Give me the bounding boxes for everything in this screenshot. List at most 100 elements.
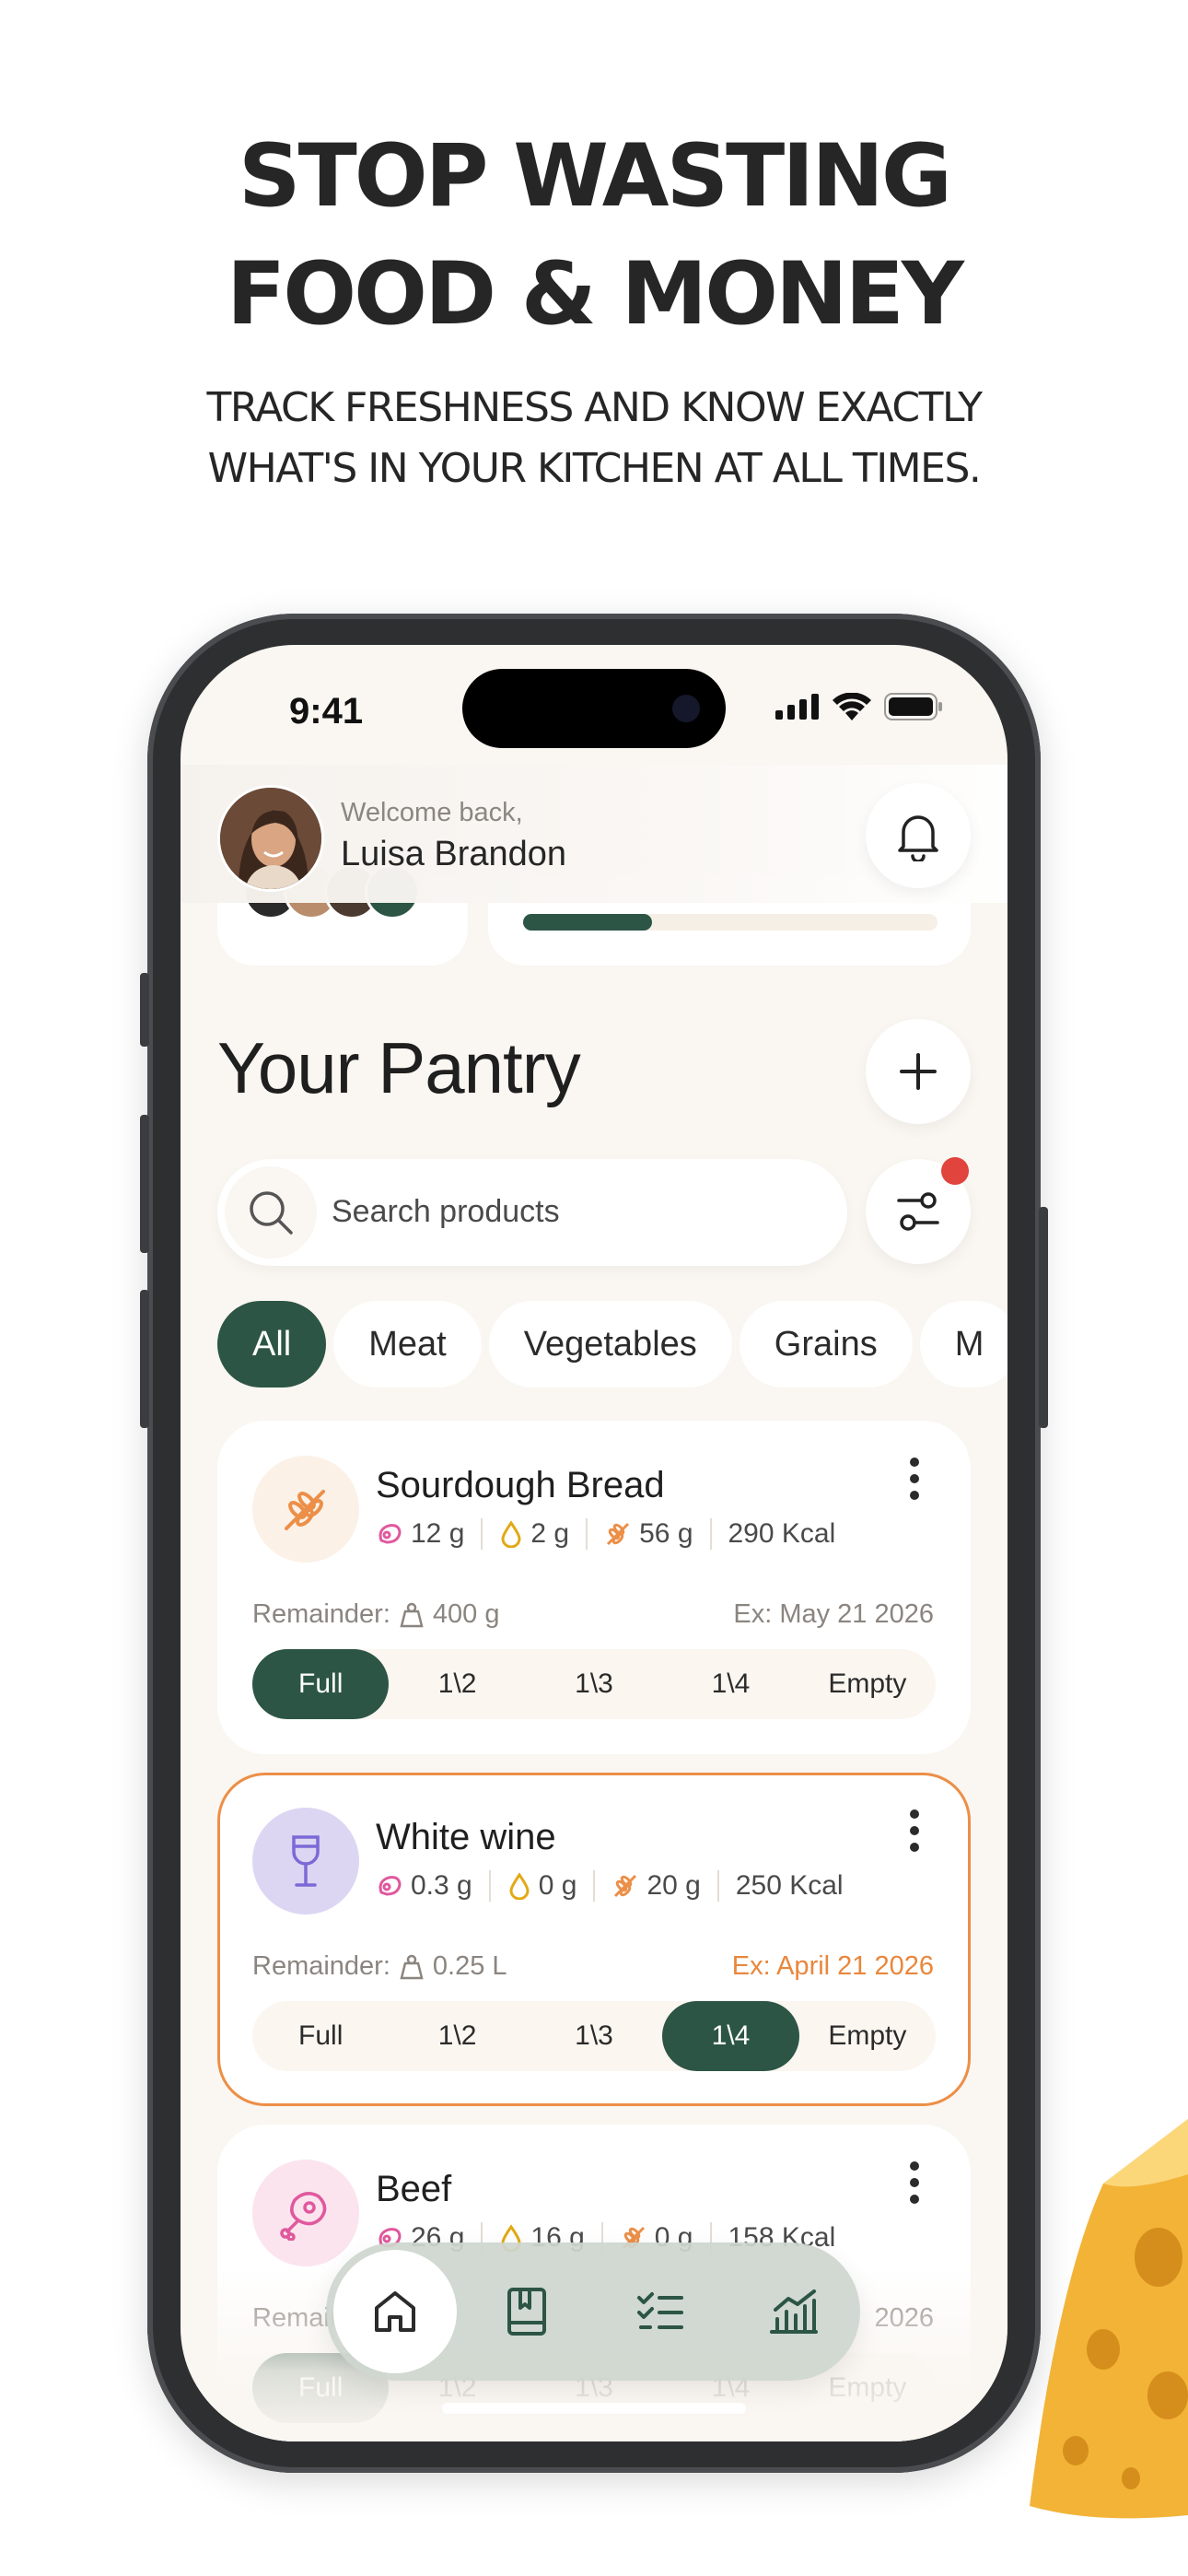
silent-switch: [140, 973, 149, 1047]
plus-icon: [900, 1053, 937, 1090]
tab-home[interactable]: [333, 2250, 457, 2373]
bell-icon: [898, 815, 938, 861]
chip-more[interactable]: M: [919, 1301, 1007, 1388]
level-empty[interactable]: Empty: [799, 2001, 936, 2071]
filter-icon: [897, 1192, 939, 1231]
home-icon: [375, 2291, 415, 2332]
chip-all[interactable]: All: [217, 1301, 327, 1388]
carbs-value: 20 g: [646, 1870, 701, 1901]
summary-progress-fill: [523, 914, 652, 931]
fat-icon: [501, 1520, 521, 1548]
tab-shopping-list[interactable]: [593, 2242, 727, 2381]
user-name: Luisa Brandon: [341, 835, 567, 873]
add-product-button[interactable]: [866, 1019, 971, 1124]
headline-line-1: STOP WASTING: [238, 126, 952, 227]
welcome-text: Welcome back,: [341, 798, 523, 827]
status-time: 9:41: [289, 691, 364, 732]
home-indicator: [442, 2403, 746, 2414]
tab-recipes[interactable]: [460, 2242, 593, 2381]
fat-value: 2 g: [530, 1518, 570, 1549]
remainder-row: Remainder: 0.25 L: [252, 1951, 507, 1982]
kcal-value: 290 Kcal: [728, 1518, 836, 1549]
recipe-book-icon: [507, 2288, 546, 2336]
search-input[interactable]: Search products: [217, 1159, 847, 1266]
chip-grains[interactable]: Grains: [739, 1301, 913, 1388]
battery-icon: [884, 693, 942, 720]
notifications-button[interactable]: [866, 783, 971, 888]
search-icon-wrap: [225, 1166, 317, 1259]
chip-meat[interactable]: Meat: [333, 1301, 482, 1388]
quantity-selector: Full 1\2 1\3 1\4 Empty: [252, 2001, 936, 2071]
level-empty[interactable]: Empty: [799, 1649, 936, 1719]
more-options-button[interactable]: [910, 2161, 921, 2204]
carbs-icon: [614, 1874, 637, 1898]
checklist-icon: [636, 2292, 683, 2329]
remainder-row: Remainder: 400 g: [252, 1599, 499, 1630]
more-options-button[interactable]: [910, 1458, 921, 1500]
product-icon-wrap: [252, 2160, 359, 2266]
product-card-white-wine[interactable]: White wine 0.3 g 0 g 20 g 250 Kcal Remai…: [217, 1773, 971, 2106]
search-icon: [250, 1191, 293, 1235]
tab-bar: [326, 2242, 860, 2381]
expiry-date: Ex: April 21 2026: [731, 1951, 934, 1981]
product-icon-wrap: [252, 1456, 359, 1563]
protein-icon: [379, 1876, 402, 1896]
level-full[interactable]: Full: [252, 2001, 389, 2071]
protein-value: 12 g: [411, 1518, 465, 1549]
marketing-headline: STOP WASTING FOOD & MONEY: [0, 118, 1188, 354]
level-quarter[interactable]: 1\4: [662, 1649, 798, 1719]
subline-line-2: WHAT'S IN YOUR KITCHEN AT ALL TIMES.: [207, 445, 982, 492]
product-icon-wrap: [252, 1808, 359, 1914]
weight-icon: [400, 1954, 424, 1979]
level-third[interactable]: 1\3: [526, 1649, 662, 1719]
remainder-value: 0.25 L: [432, 1951, 507, 1981]
product-name: White wine: [376, 1817, 556, 1857]
fat-icon: [509, 1872, 530, 1900]
filter-notification-dot: [941, 1157, 969, 1185]
product-name: Beef: [376, 2169, 452, 2209]
quantity-selector: Full 1\2 1\3 1\4 Empty: [252, 1649, 936, 1719]
weight-icon: [400, 1602, 424, 1627]
avatar[interactable]: [217, 785, 324, 892]
chip-vegetables[interactable]: Vegetables: [488, 1301, 732, 1388]
nutrition-row: 0.3 g 0 g 20 g 250 Kcal: [376, 1870, 860, 1902]
meat-icon: [280, 2192, 327, 2241]
product-card-sourdough-bread[interactable]: Sourdough Bread 12 g 2 g 56 g 290 Kcal R…: [217, 1421, 971, 1754]
carbs-icon: [607, 1522, 630, 1546]
summary-progress-bar: [523, 914, 938, 931]
remainder-label: Remainder:: [252, 1599, 390, 1629]
tab-analytics[interactable]: [727, 2242, 860, 2381]
kcal-value: 250 Kcal: [735, 1870, 844, 1901]
status-icons: [775, 693, 943, 720]
level-full[interactable]: Full: [252, 1649, 390, 1719]
level-half[interactable]: 1\2: [389, 1649, 525, 1719]
app-screen: 9:41 Welcome back, Luisa Brandon Your Pa…: [181, 645, 1007, 2441]
volume-down-button: [140, 1290, 149, 1428]
protein-icon: [379, 1524, 402, 1544]
marketing-subline: TRACK FRESHNESS AND KNOW EXACTLY WHAT'S …: [0, 378, 1188, 499]
cheese-illustration: [1030, 2119, 1188, 2519]
more-options-button[interactable]: [910, 1809, 921, 1852]
carbs-value: 56 g: [639, 1518, 693, 1549]
expiry-date: Ex: May 21 2026: [733, 1599, 934, 1629]
level-half[interactable]: 1\2: [389, 2001, 525, 2071]
dynamic-island: [462, 669, 726, 748]
wifi-icon: [833, 693, 871, 720]
wheat-icon: [285, 1490, 325, 1530]
nutrition-row: 12 g 2 g 56 g 290 Kcal: [376, 1518, 852, 1550]
search-placeholder: Search products: [332, 1194, 560, 1229]
power-button: [1039, 1207, 1048, 1428]
protein-value: 0.3 g: [411, 1870, 472, 1901]
remainder-value: 400 g: [432, 1599, 500, 1629]
product-name: Sourdough Bread: [376, 1465, 665, 1505]
headline-line-2: FOOD & MONEY: [227, 244, 964, 345]
level-quarter[interactable]: 1\4: [662, 2001, 799, 2071]
page-title: Your Pantry: [217, 1027, 581, 1108]
wine-glass-icon: [292, 1835, 320, 1887]
subline-line-1: TRACK FRESHNESS AND KNOW EXACTLY: [206, 384, 983, 431]
volume-up-button: [140, 1115, 149, 1253]
signal-icon: [775, 694, 819, 720]
category-chips: All Meat Vegetables Grains M: [217, 1301, 1007, 1388]
level-third[interactable]: 1\3: [526, 2001, 662, 2071]
analytics-icon: [769, 2289, 818, 2334]
